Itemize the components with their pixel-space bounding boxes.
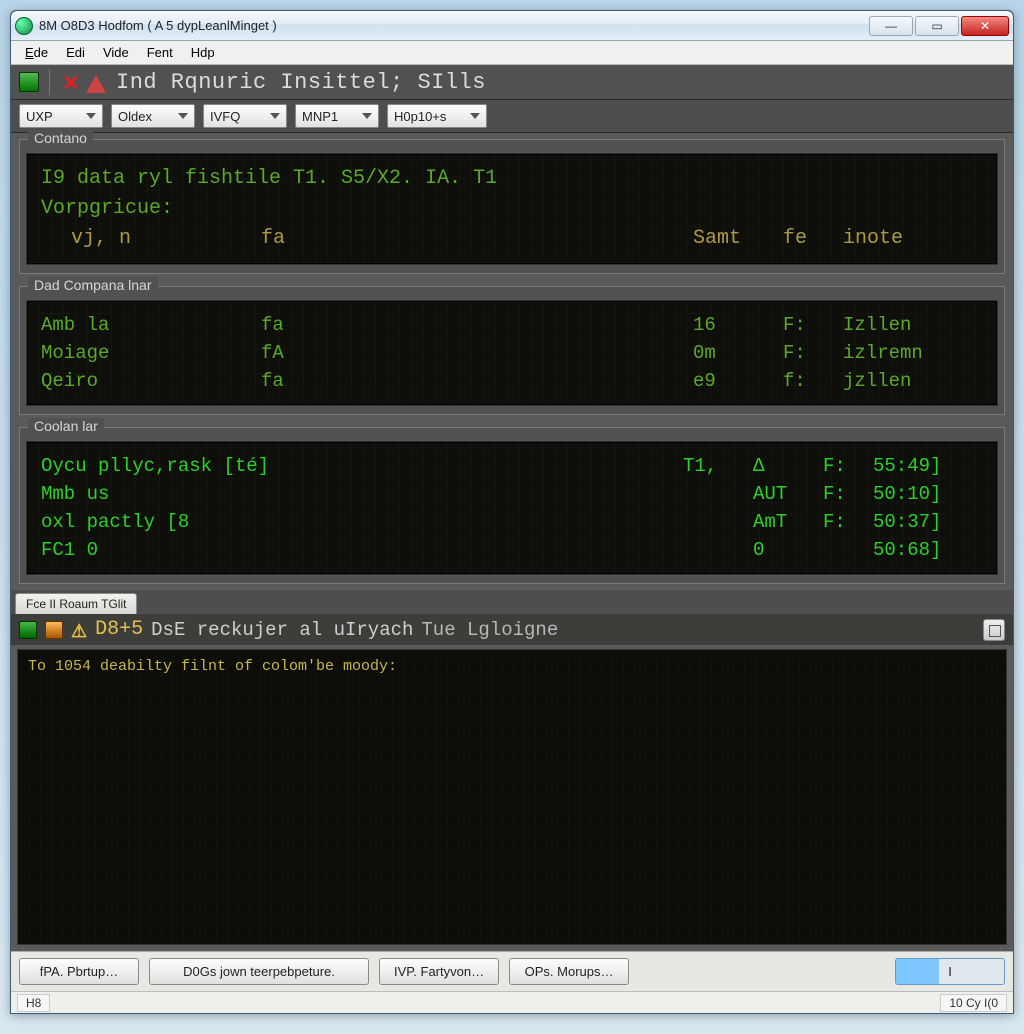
caret-down-icon — [178, 113, 188, 119]
combo-uxp[interactable]: UXP — [19, 104, 103, 128]
status-left: H8 — [17, 994, 50, 1012]
group-legend: Dad Compana lnar — [28, 277, 158, 293]
caret-down-icon — [362, 113, 372, 119]
alert-icon[interactable] — [86, 74, 106, 93]
bottom-bar: fPA. Pbrtup… D0Gs jown teerpebpeture. IV… — [11, 951, 1013, 991]
title-bar[interactable]: 8M O8D3 Hodfom ( A 5 dypLeanlMinget ) — … — [11, 11, 1013, 41]
toolbar-separator — [49, 69, 50, 95]
log-expand-button[interactable] — [983, 619, 1005, 641]
menu-vide[interactable]: Vide — [95, 43, 137, 62]
log-toolbar: ⚠ D8+5 DsE reckujer al uIryach Tue Lgloi… — [11, 614, 1013, 645]
table-row: oxl pactly [8 AmT F: 50:37] — [41, 508, 983, 536]
log-output[interactable]: To 1054 deabilty filnt of colom'be moody… — [17, 649, 1007, 945]
terminal-top: I9 data ryl fishtile T1. S5/X2. IA. T1 V… — [26, 153, 998, 265]
col-header: inote — [843, 224, 983, 254]
column-headers: vj, n fa Samt fe inote — [41, 224, 983, 254]
terminal-bot: Oycu pllyc,rask [té] T1, Δ F: 55:49] Mmb… — [26, 441, 998, 575]
menu-edi[interactable]: Edi — [58, 43, 93, 62]
col-header: vj, n — [41, 224, 261, 254]
clear-icon[interactable] — [60, 72, 80, 92]
col-header: fe — [783, 224, 843, 254]
toolbar-title: Ind Rqnuric Insittel; SIlls — [116, 70, 486, 95]
group-legend: Coolan lar — [28, 418, 104, 434]
combo-oldex[interactable]: Oldex — [111, 104, 195, 128]
info-line: I9 data ryl fishtile T1. S5/X2. IA. T1 — [41, 164, 983, 194]
app-icon — [15, 17, 33, 35]
btn-ivp[interactable]: IVP. Fartyvon… — [379, 958, 499, 985]
minimize-button[interactable]: — — [869, 16, 913, 36]
col-header: Samt — [693, 224, 783, 254]
table-row: FC1 0 0 50:68] — [41, 536, 983, 564]
group-dad-compana: Dad Compana lnar Amb la fa 16 F: Izllen … — [19, 286, 1005, 415]
btn-ops[interactable]: OPs. Morups… — [509, 958, 629, 985]
log-line: To 1054 deabilty filnt of colom'be moody… — [28, 658, 996, 675]
maximize-button[interactable]: ▭ — [915, 16, 959, 36]
filter-bar: UXP Oldex IVFQ MNP1 H0p10+s — [11, 100, 1013, 133]
status-right: 10 Cy I(0 — [940, 994, 1007, 1012]
group-coolan: Coolan lar Oycu pllyc,rask [té] T1, Δ F:… — [19, 427, 1005, 584]
table-row: Mmb us AUT F: 50:10] — [41, 480, 983, 508]
combo-ivfq[interactable]: IVFQ — [203, 104, 287, 128]
combo-mnp1[interactable]: MNP1 — [295, 104, 379, 128]
log-tabstrip: Fce II Roaum TGlit — [11, 590, 1013, 614]
window-controls: — ▭ ✕ — [869, 16, 1009, 36]
combo-hop10s[interactable]: H0p10+s — [387, 104, 487, 128]
menu-ede[interactable]: Ede — [17, 43, 56, 62]
main-toolbar: Ind Rqnuric Insittel; SIlls — [11, 65, 1013, 100]
table-row: Moiage fA 0m F: izlremn — [41, 339, 983, 367]
table-row: Qeiro fa e9 f: jzllen — [41, 367, 983, 395]
menu-bar: Ede Edi Vide Fent Hdp — [11, 41, 1013, 65]
table-row: Oycu pllyc,rask [té] T1, Δ F: 55:49] — [41, 452, 983, 480]
log-title: DsE reckujer al uIryach — [151, 619, 413, 641]
progress-button[interactable]: I — [895, 958, 1005, 985]
tab-log[interactable]: Fce II Roaum TGlit — [15, 593, 137, 614]
info-line: Vorpgricue: — [41, 194, 983, 224]
status-warn-icon[interactable] — [45, 621, 63, 639]
col-header: fa — [261, 224, 341, 254]
group-legend: Contano — [28, 130, 93, 146]
group-contano: Contano I9 data ryl fishtile T1. S5/X2. … — [19, 139, 1005, 274]
menu-hdp[interactable]: Hdp — [183, 43, 223, 62]
log-subtitle: Tue Lgloigne — [421, 619, 558, 641]
caret-down-icon — [270, 113, 280, 119]
menu-fent[interactable]: Fent — [139, 43, 181, 62]
status-bar: H8 10 Cy I(0 — [11, 991, 1013, 1013]
status-ok-icon[interactable] — [19, 621, 37, 639]
caret-down-icon — [86, 113, 96, 119]
btn-dogs[interactable]: D0Gs jown teerpebpeture. — [149, 958, 369, 985]
window-title: 8M O8D3 Hodfom ( A 5 dypLeanlMinget ) — [39, 18, 869, 33]
caret-down-icon — [470, 113, 480, 119]
terminal-mid: Amb la fa 16 F: Izllen Moiage fA 0m F: i… — [26, 300, 998, 406]
app-window: 8M O8D3 Hodfom ( A 5 dypLeanlMinget ) — … — [10, 10, 1014, 1014]
run-icon[interactable] — [19, 72, 39, 92]
status-alert-icon[interactable]: ⚠ — [71, 621, 87, 639]
table-row: Amb la fa 16 F: Izllen — [41, 311, 983, 339]
btn-fpa[interactable]: fPA. Pbrtup… — [19, 958, 139, 985]
log-time: D8+5 — [95, 618, 143, 641]
close-button[interactable]: ✕ — [961, 16, 1009, 36]
